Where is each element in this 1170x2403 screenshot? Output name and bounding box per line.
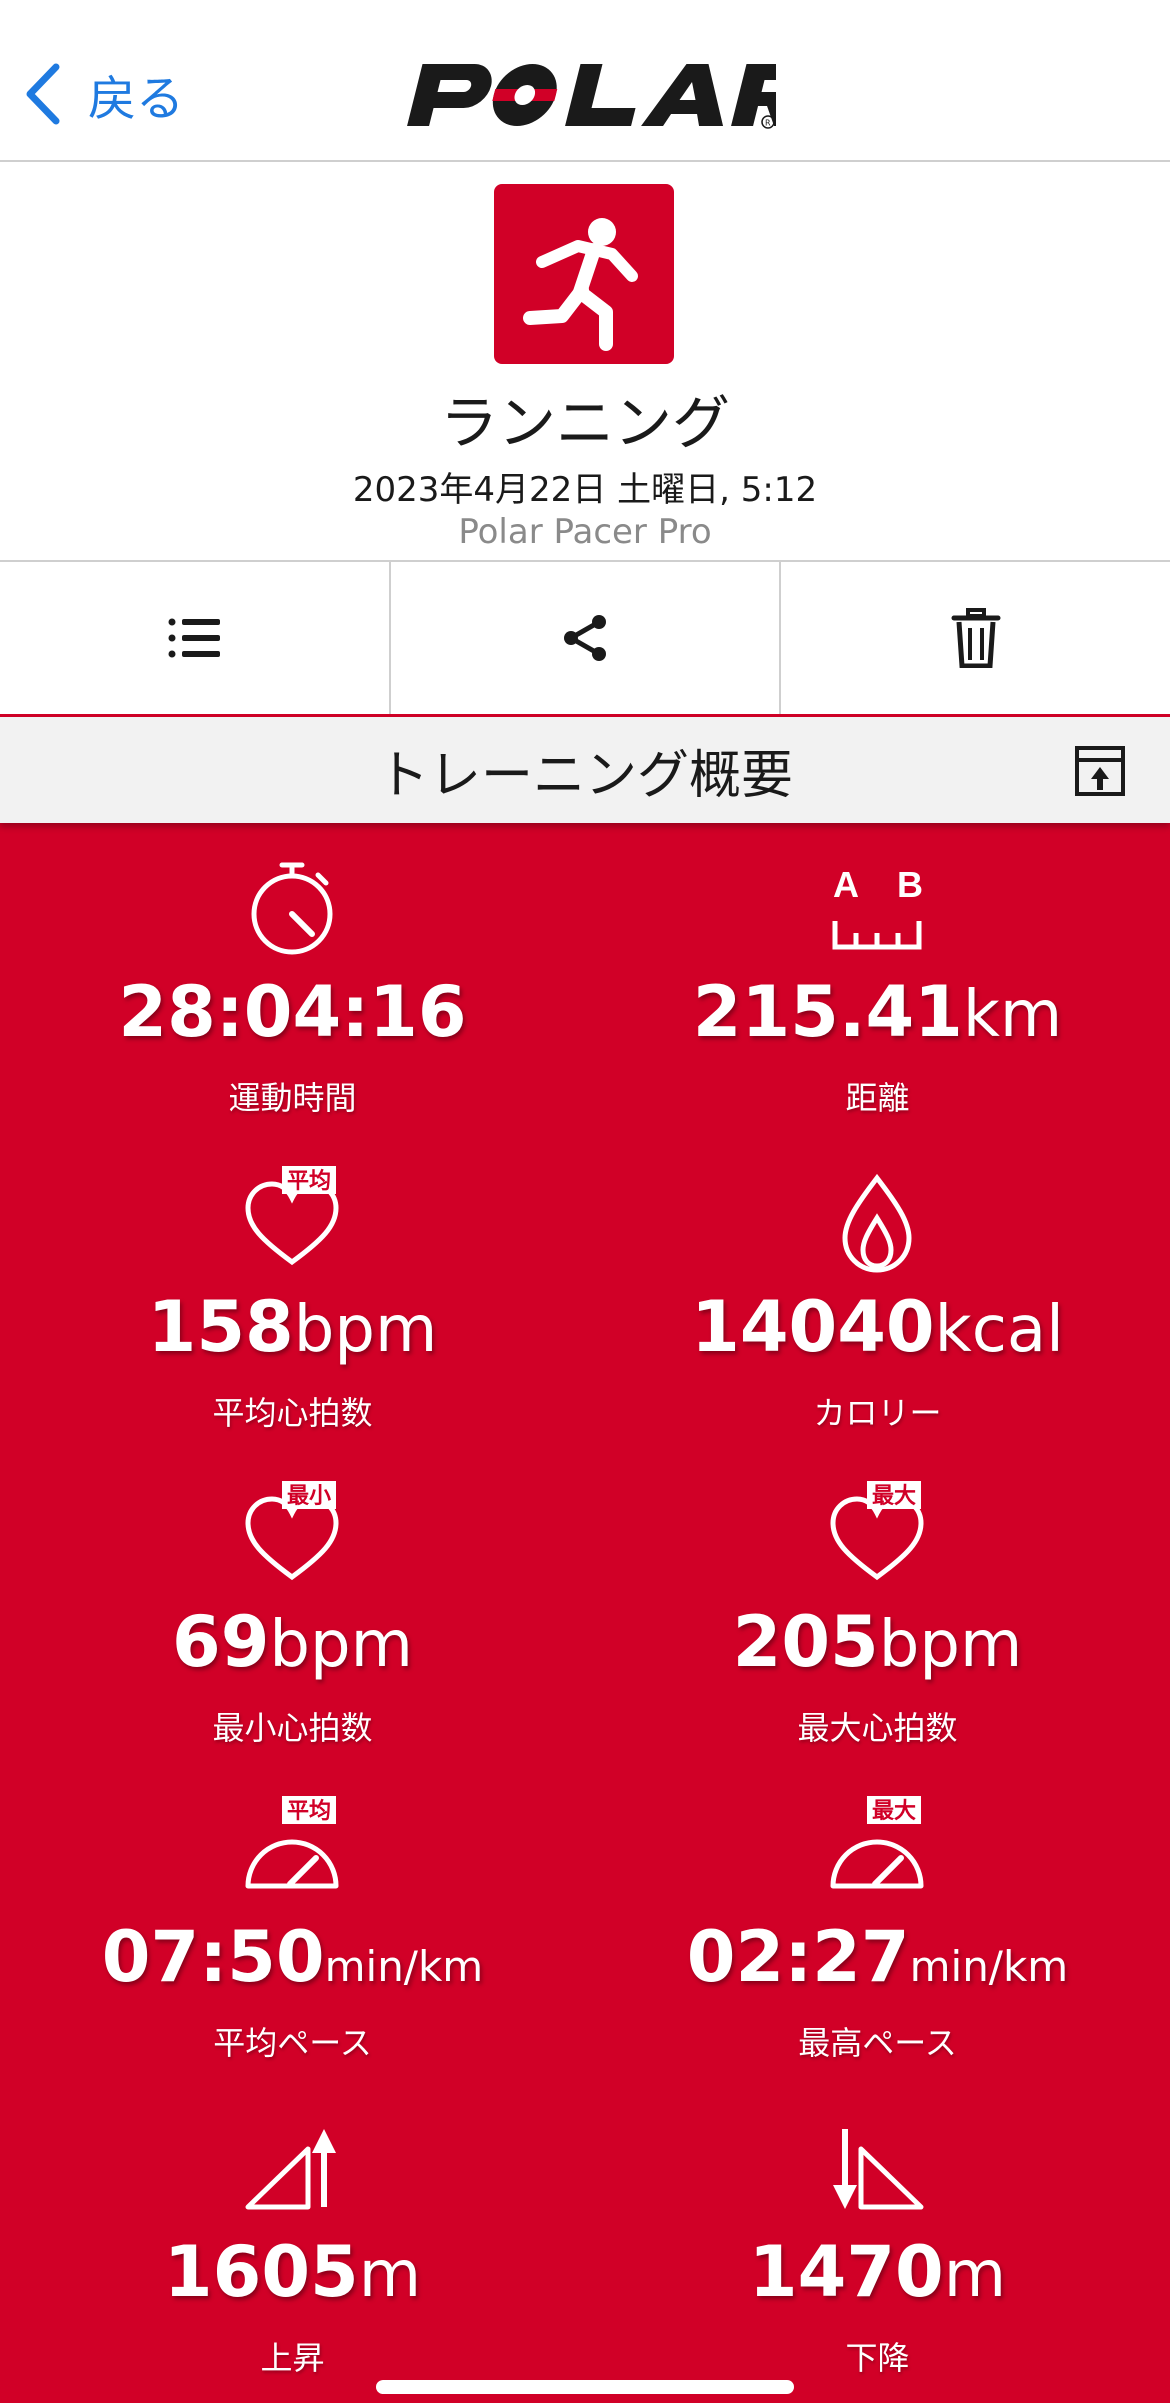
trash-icon [951, 608, 1001, 668]
distance-icon-label-b: B [897, 864, 923, 905]
stat-label: 距離 [845, 1079, 910, 1117]
back-button[interactable]: 戻る [22, 56, 184, 132]
section-header: トレーニング概要 [0, 717, 1170, 823]
descent-icon [827, 2119, 927, 2219]
top-nav-bar: 戻る R [0, 0, 1170, 162]
stat-unit: bpm [878, 1608, 1023, 1682]
badge-label: 平均 [287, 1798, 331, 1824]
laps-button[interactable] [0, 562, 391, 714]
stat-label: カロリー [813, 1394, 942, 1432]
stat-unit: km [962, 978, 1063, 1052]
stat-min-heart-rate: 最小 69bpm 最小心拍数 [0, 1453, 585, 1768]
distance-icon-label-a: A [833, 864, 859, 905]
stat-unit: m [943, 2238, 1007, 2312]
flame-icon [827, 1173, 927, 1274]
heart-max-icon: 最大 [827, 1481, 927, 1589]
stat-unit: m [358, 2238, 422, 2312]
stat-label: 最小心拍数 [212, 1709, 373, 1747]
stat-distance: A B 215.41km 距離 [585, 823, 1170, 1138]
badge-label: 最小 [287, 1484, 331, 1509]
stat-value: 02:27 [686, 1916, 910, 1998]
stat-value: 1605 [163, 2231, 359, 2313]
badge-label: 平均 [287, 1168, 331, 1194]
stat-label: 平均心拍数 [212, 1394, 373, 1432]
stat-label: 下降 [845, 2339, 910, 2377]
heart-avg-icon: 平均 [242, 1166, 342, 1274]
stat-calories: 14040kcal カロリー [585, 1138, 1170, 1453]
section-title: トレーニング概要 [376, 745, 793, 806]
export-icon[interactable] [1074, 745, 1126, 797]
stat-descent: 1470m 下降 [585, 2083, 1170, 2398]
stat-unit: bpm [293, 1293, 438, 1367]
stat-label: 平均ペース [213, 2024, 372, 2062]
stat-ascent: 1605m 上昇 [0, 2083, 585, 2398]
badge-label: 最大 [872, 1799, 916, 1824]
home-indicator[interactable] [376, 2380, 794, 2394]
activity-datetime: 2023年4月22日 土曜日, 5:12 [352, 470, 818, 510]
chevron-left-icon [26, 63, 60, 125]
stat-label: 最大心拍数 [797, 1709, 958, 1747]
stat-label: 最高ペース [798, 2024, 957, 2062]
stopwatch-icon [242, 859, 342, 959]
stat-value: 1470 [748, 2231, 944, 2313]
activity-title: ランニング [439, 389, 730, 457]
training-summary-grid: 28:04:16 運動時間 A B 215.41km 距離 平均 158bpm [0, 823, 1170, 2403]
list-icon [168, 618, 221, 658]
stat-max-pace: 最大 02:27min/km 最高ペース [585, 1768, 1170, 2083]
pace-avg-icon: 平均 [242, 1796, 342, 1904]
stat-unit: bpm [269, 1608, 413, 1682]
stat-value: 215.41 [692, 971, 963, 1053]
stat-unit: kcal [934, 1293, 1064, 1367]
delete-button[interactable] [781, 562, 1170, 714]
share-icon [564, 615, 606, 661]
stat-label: 上昇 [260, 2339, 325, 2377]
polar-logo: R [396, 58, 810, 130]
ascent-icon [242, 2119, 342, 2219]
stat-duration: 28:04:16 運動時間 [0, 823, 585, 1138]
stat-value: 158 [147, 1286, 294, 1368]
stat-unit: min/km [324, 1942, 484, 1991]
stat-max-heart-rate: 最大 205bpm 最大心拍数 [585, 1453, 1170, 1768]
stat-value: 28:04:16 [118, 971, 467, 1053]
pace-max-icon: 最大 [827, 1796, 927, 1904]
stat-value: 205 [732, 1601, 879, 1683]
heart-min-icon: 最小 [242, 1481, 342, 1589]
back-label: 戻る [88, 71, 185, 127]
stat-avg-pace: 平均 07:50min/km 平均ペース [0, 1768, 585, 2083]
stat-avg-heart-rate: 平均 158bpm 平均心拍数 [0, 1138, 585, 1453]
stat-value: 07:50 [101, 1916, 325, 1998]
running-icon [494, 184, 674, 364]
stat-value: 69 [171, 1601, 270, 1683]
distance-icon: A B [827, 859, 927, 959]
stat-label: 運動時間 [228, 1079, 357, 1117]
stat-unit: min/km [909, 1942, 1069, 1991]
svg-text:R: R [765, 119, 771, 128]
stat-value: 14040 [691, 1286, 935, 1368]
action-bar [0, 560, 1170, 719]
device-name: Polar Pacer Pro [458, 512, 712, 552]
badge-label: 最大 [872, 1484, 916, 1509]
share-button[interactable] [391, 562, 782, 714]
